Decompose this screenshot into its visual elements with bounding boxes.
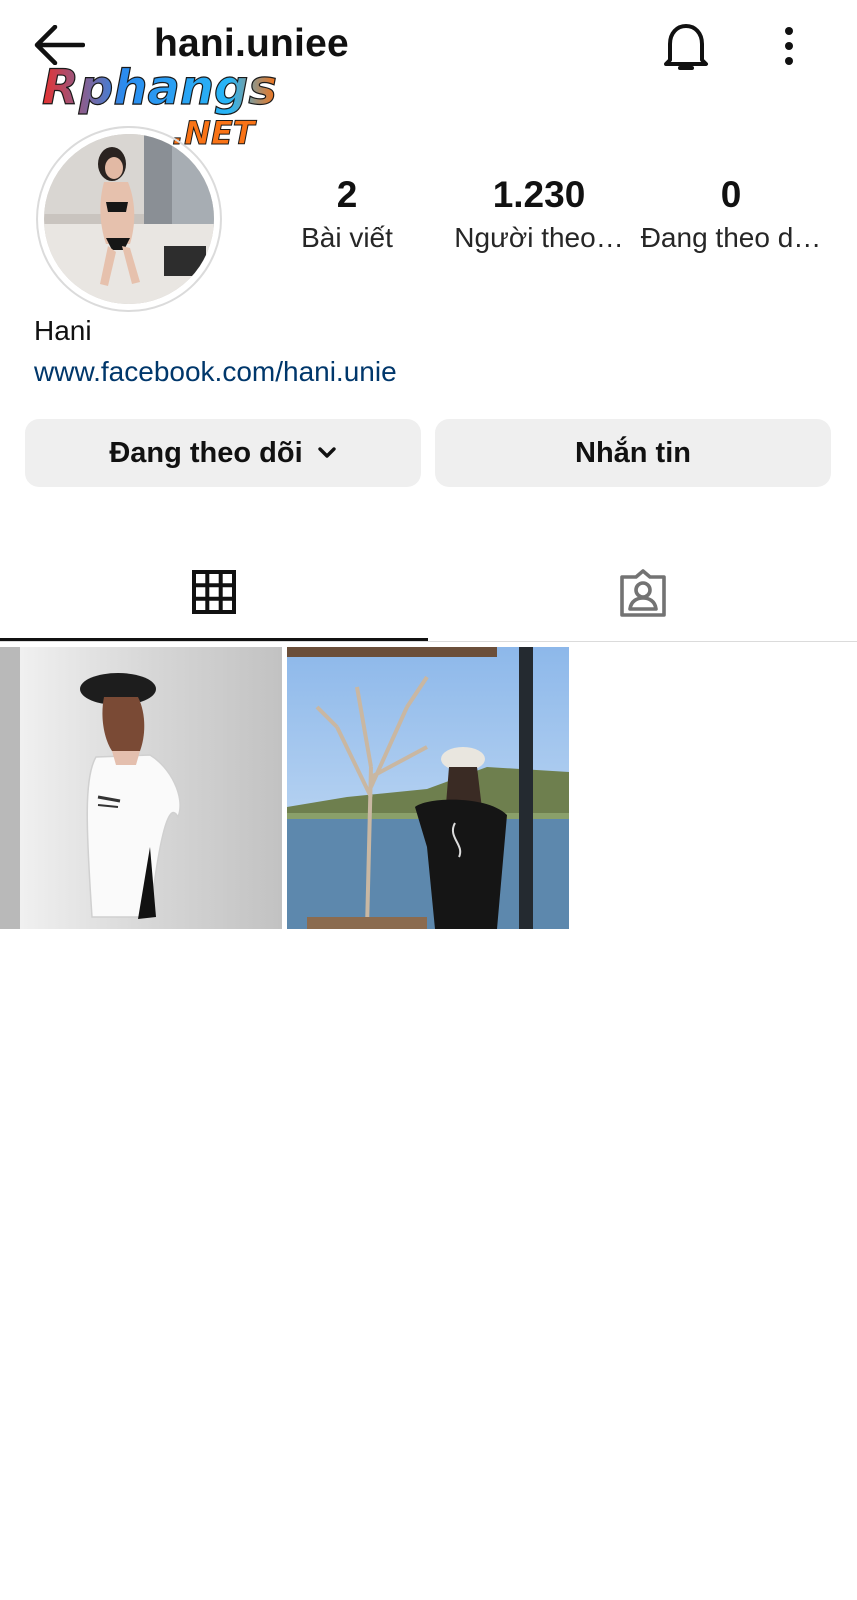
top-bar: hani.uniee [0,0,857,92]
followers-label: Người theo… [454,222,624,253]
post-thumbnail-2[interactable] [287,647,569,929]
post-image [287,647,569,929]
post-thumbnail-1[interactable] [0,647,282,929]
profile-avatar[interactable] [36,126,222,312]
profile-tabs [0,545,857,642]
following-label: Đang theo d… [640,222,822,253]
message-button-label: Nhắn tin [575,436,691,469]
message-button[interactable]: Nhắn tin [435,419,831,487]
stat-posts[interactable]: 2 Bài viết [252,172,442,258]
post-image [0,647,282,929]
arrow-left-icon [34,25,85,65]
notifications-button[interactable] [656,16,716,76]
more-vertical-icon [785,27,793,65]
avatar-photo [44,134,214,304]
following-button[interactable]: Đang theo dõi [25,419,421,487]
profile-display-name: Hani [34,315,92,346]
tab-grid[interactable] [0,545,428,641]
followers-count: 1.230 [492,174,586,215]
more-options-button[interactable] [762,18,816,74]
back-button[interactable] [30,20,88,70]
stat-followers[interactable]: 1.230 Người theo… [444,172,634,258]
chevron-down-icon [317,447,336,458]
posts-label: Bài viết [301,222,393,253]
following-count: 0 [720,174,742,215]
tagged-person-icon [620,569,666,617]
tab-tagged[interactable] [429,545,857,641]
bio-link[interactable]: www.facebook.com/hani.unie [34,356,397,388]
following-button-label: Đang theo dõi [109,436,303,469]
grid-icon [192,569,236,614]
profile-username: hani.uniee [154,22,349,65]
bell-icon [664,24,708,70]
posts-count: 2 [336,174,358,215]
stat-following[interactable]: 0 Đang theo d… [636,172,826,258]
